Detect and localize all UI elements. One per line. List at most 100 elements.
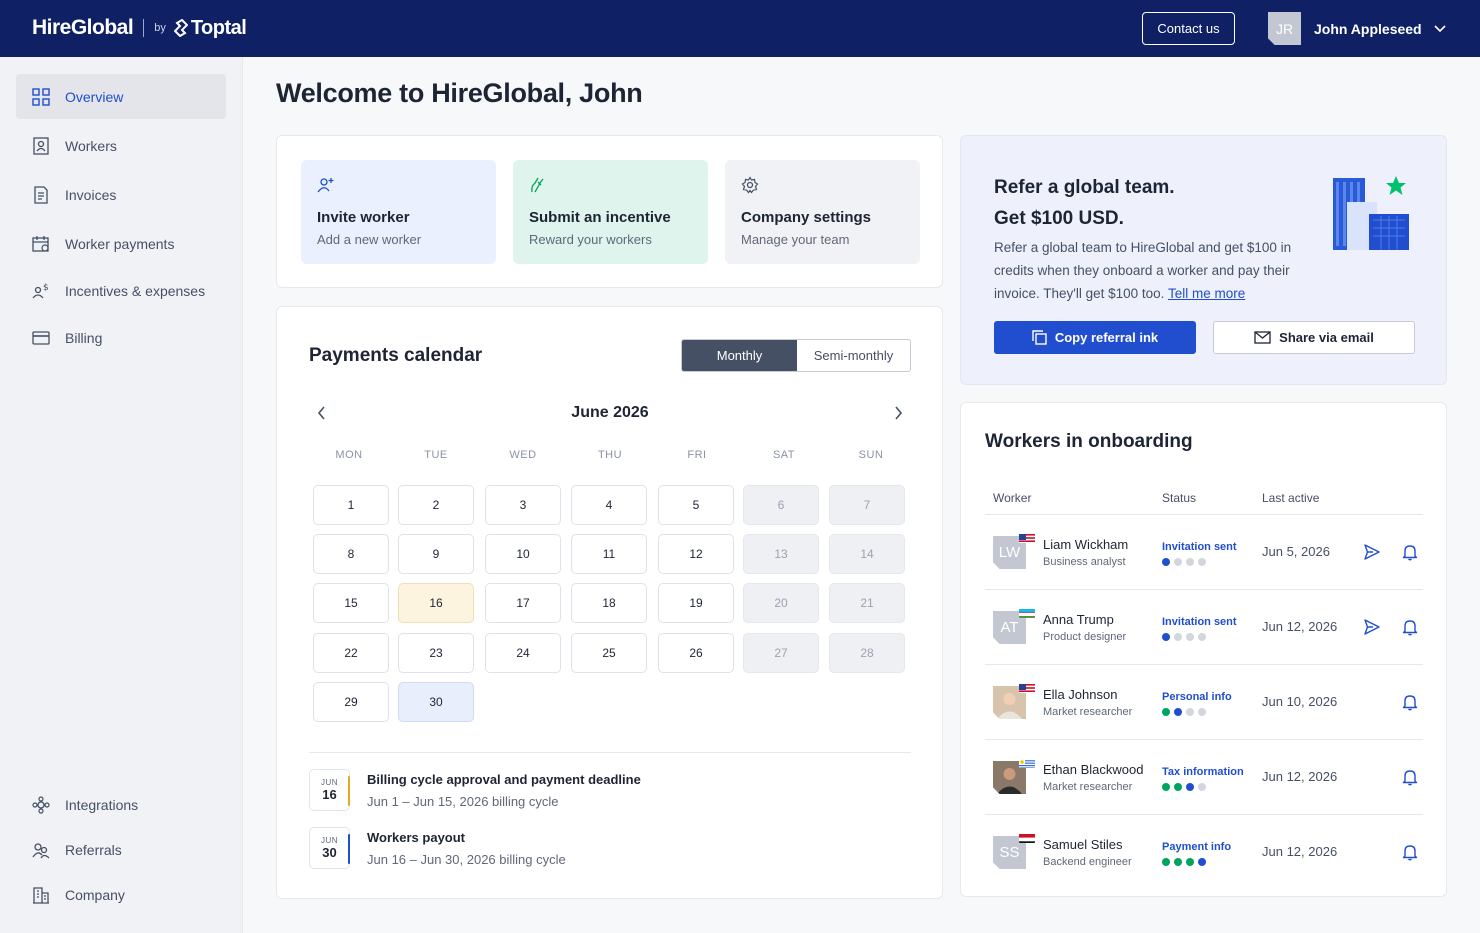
bell-icon[interactable] bbox=[1401, 768, 1419, 786]
sidebar-item-worker-payments[interactable]: Worker payments bbox=[16, 221, 226, 266]
calendar-day[interactable]: 15 bbox=[313, 583, 389, 623]
calendar-day[interactable]: 17 bbox=[485, 583, 561, 623]
calendar-day[interactable]: 23 bbox=[398, 633, 474, 673]
action-subtitle: Reward your workers bbox=[529, 232, 652, 247]
share-via-email-button[interactable]: Share via email bbox=[1213, 321, 1415, 354]
calendar-day[interactable]: 13 bbox=[743, 534, 819, 574]
sidebar-item-label: Referrals bbox=[65, 841, 122, 858]
table-row[interactable]: AT Anna Trump Product designer Invitation s… bbox=[985, 590, 1423, 665]
sidebar-item-label: Invoices bbox=[65, 186, 117, 203]
progress-dot bbox=[1174, 633, 1182, 641]
send-icon[interactable] bbox=[1363, 543, 1381, 561]
sidebar-item-invoices[interactable]: Invoices bbox=[16, 172, 226, 217]
event-color-bar bbox=[348, 834, 350, 864]
event-date-badge: JUN 16 bbox=[309, 769, 350, 811]
progress-dots bbox=[1162, 708, 1206, 716]
progress-dots bbox=[1162, 558, 1206, 566]
company-settings-action[interactable]: Company settings Manage your team bbox=[725, 160, 920, 264]
worker-name: Ella Johnson bbox=[1043, 687, 1118, 702]
calendar-day[interactable]: 1 bbox=[313, 485, 389, 525]
progress-dot bbox=[1198, 858, 1206, 866]
calendar-day[interactable]: 26 bbox=[658, 633, 734, 673]
calendar-day[interactable]: 30 bbox=[398, 682, 474, 722]
quick-actions-card: Invite worker Add a new worker Submit an… bbox=[276, 135, 943, 288]
calendar-day[interactable]: 19 bbox=[658, 583, 734, 623]
person-card-icon bbox=[32, 136, 50, 155]
sidebar-item-billing[interactable]: Billing bbox=[16, 315, 226, 360]
calendar-day[interactable]: 22 bbox=[313, 633, 389, 673]
bell-icon[interactable] bbox=[1401, 843, 1419, 861]
event-day: 16 bbox=[322, 787, 337, 802]
sidebar-item-label: Overview bbox=[65, 88, 124, 105]
calendar-day[interactable]: 27 bbox=[743, 633, 819, 673]
calendar-day[interactable]: 14 bbox=[829, 534, 905, 574]
weekday-label: WED bbox=[509, 449, 537, 461]
country-flag-icon bbox=[1019, 682, 1035, 693]
share-email-label: Share via email bbox=[1279, 330, 1374, 345]
calendar-day[interactable]: 11 bbox=[571, 534, 647, 574]
send-icon[interactable] bbox=[1363, 618, 1381, 636]
progress-dot bbox=[1174, 708, 1182, 716]
progress-dots bbox=[1162, 783, 1206, 791]
country-flag-icon bbox=[1019, 532, 1035, 543]
progress-dots bbox=[1162, 633, 1206, 641]
sidebar-item-incentives[interactable]: $ Incentives & expenses bbox=[16, 268, 226, 313]
sidebar-item-overview[interactable]: Overview bbox=[16, 74, 226, 119]
progress-dot bbox=[1198, 708, 1206, 716]
table-row[interactable]: Ella Johnson Market researcher Personal in… bbox=[985, 665, 1423, 740]
puzzle-icon bbox=[32, 795, 50, 814]
sidebar-item-workers[interactable]: Workers bbox=[16, 123, 226, 168]
calendar-day[interactable]: 28 bbox=[829, 633, 905, 673]
bell-icon[interactable] bbox=[1401, 618, 1419, 636]
sidebar-item-integrations[interactable]: Integrations bbox=[16, 782, 226, 827]
calendar-day[interactable]: 18 bbox=[571, 583, 647, 623]
calendar-day[interactable]: 2 bbox=[398, 485, 474, 525]
sidebar-item-company[interactable]: Company bbox=[16, 872, 226, 917]
calendar-day[interactable]: 7 bbox=[829, 485, 905, 525]
calendar-day[interactable]: 6 bbox=[743, 485, 819, 525]
calendar-day[interactable]: 4 bbox=[571, 485, 647, 525]
billing-deadline-event[interactable]: JUN 16 Billing cycle approval and paymen… bbox=[309, 769, 641, 811]
weekday-label: SUN bbox=[858, 449, 884, 461]
table-row[interactable]: SS Samuel Stiles Backend engineer Payment i… bbox=[985, 815, 1423, 890]
referral-body: Refer a global team to HireGlobal and ge… bbox=[994, 236, 1324, 305]
invite-worker-action[interactable]: Invite worker Add a new worker bbox=[301, 160, 496, 264]
building-icon bbox=[32, 886, 50, 904]
calendar-day[interactable]: 29 bbox=[313, 682, 389, 722]
bell-icon[interactable] bbox=[1401, 693, 1419, 711]
table-row[interactable]: LW Liam Wickham Business analyst Invitation… bbox=[985, 515, 1423, 590]
table-row[interactable]: Ethan Blackwood Market researcher Tax info… bbox=[985, 740, 1423, 815]
semi-monthly-toggle[interactable]: Semi-monthly bbox=[797, 340, 910, 371]
monthly-toggle[interactable]: Monthly bbox=[682, 340, 797, 371]
user-menu[interactable]: JR John Appleseed bbox=[1268, 12, 1446, 45]
calendar-day[interactable]: 3 bbox=[485, 485, 561, 525]
hand-icon bbox=[531, 177, 544, 193]
progress-dot bbox=[1186, 858, 1194, 866]
calendar-day[interactable]: 5 bbox=[658, 485, 734, 525]
calendar-day[interactable]: 8 bbox=[313, 534, 389, 574]
hireglobal-logo[interactable]: HireGlobal by Toptal bbox=[32, 16, 247, 40]
copy-referral-link-button[interactable]: Copy referral ink bbox=[994, 321, 1196, 354]
month-label: June 2026 bbox=[571, 404, 649, 421]
calendar-day[interactable]: 21 bbox=[829, 583, 905, 623]
calendar-day[interactable]: 10 bbox=[485, 534, 561, 574]
tell-me-more-link[interactable]: Tell me more bbox=[1168, 286, 1245, 301]
next-month-button[interactable] bbox=[890, 404, 906, 422]
bell-icon[interactable] bbox=[1401, 543, 1419, 561]
action-subtitle: Manage your team bbox=[741, 232, 850, 247]
worker-role: Market researcher bbox=[1043, 706, 1133, 718]
worker-name: Liam Wickham bbox=[1043, 537, 1129, 552]
calendar-day[interactable]: 9 bbox=[398, 534, 474, 574]
progress-dot bbox=[1162, 858, 1170, 866]
calendar-day[interactable]: 24 bbox=[485, 633, 561, 673]
submit-incentive-action[interactable]: Submit an incentive Reward your workers bbox=[513, 160, 708, 264]
contact-us-button[interactable]: Contact us bbox=[1142, 12, 1235, 45]
sidebar-item-label: Incentives & expenses bbox=[65, 282, 206, 299]
calendar-day[interactable]: 25 bbox=[571, 633, 647, 673]
calendar-day[interactable]: 16 bbox=[398, 583, 474, 623]
calendar-day[interactable]: 20 bbox=[743, 583, 819, 623]
workers-payout-event[interactable]: JUN 30 Workers payout Jun 16 – Jun 30, 2… bbox=[309, 827, 566, 869]
sidebar-item-referrals[interactable]: Referrals bbox=[16, 827, 226, 872]
calendar-day[interactable]: 12 bbox=[658, 534, 734, 574]
event-title: Billing cycle approval and payment deadl… bbox=[367, 771, 641, 787]
